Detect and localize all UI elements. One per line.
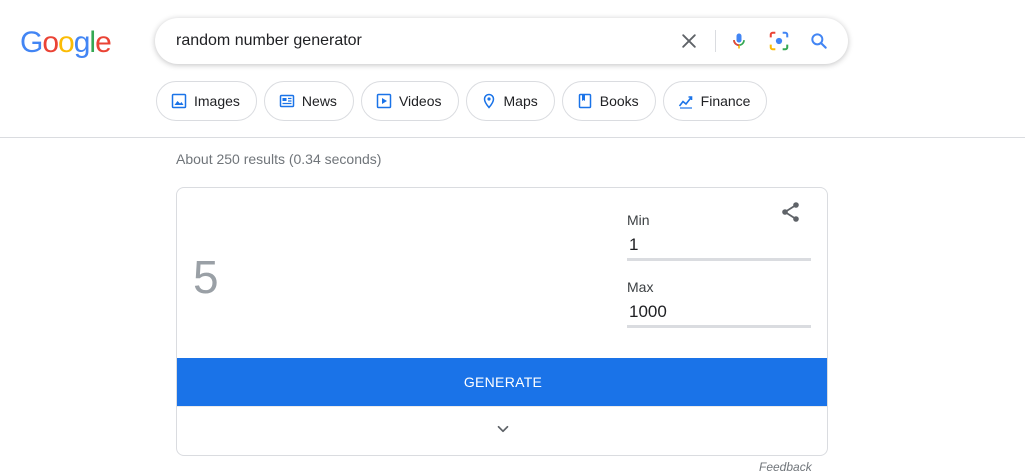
book-icon [577, 93, 593, 109]
generated-number: 5 [193, 251, 219, 303]
chip-label: Finance [700, 93, 751, 109]
search-box [155, 18, 848, 64]
chip-label: Videos [398, 93, 442, 109]
share-icon[interactable] [779, 200, 803, 224]
play-icon [376, 93, 392, 109]
logo-letter: G [20, 26, 43, 59]
chip-videos[interactable]: Videos [360, 81, 459, 121]
logo-letter: o [58, 26, 75, 59]
max-label: Max [627, 279, 654, 295]
min-input[interactable] [627, 231, 811, 261]
logo-letter: o [42, 26, 59, 59]
rng-card: 5 Min Max GENERATE [176, 187, 828, 456]
close-icon[interactable] [677, 29, 701, 53]
search-icon[interactable] [807, 29, 831, 53]
logo-letter: g [73, 26, 91, 59]
chip-finance[interactable]: Finance [662, 81, 768, 121]
newspaper-icon [279, 93, 295, 109]
chip-label: News [301, 93, 337, 109]
max-input[interactable] [627, 298, 811, 328]
chip-label: Books [599, 93, 639, 109]
search-divider [715, 30, 716, 52]
image-icon [171, 93, 187, 109]
map-pin-icon [481, 93, 497, 109]
google-logo[interactable]: Google [20, 24, 112, 62]
finance-icon [678, 93, 694, 109]
search-filter-chips: Images News Videos Maps Books Finance [156, 81, 768, 121]
expand-button[interactable] [177, 406, 827, 455]
generate-button[interactable]: GENERATE [177, 358, 827, 406]
chevron-down-icon [494, 420, 512, 443]
chip-maps[interactable]: Maps [465, 81, 555, 121]
chip-news[interactable]: News [263, 81, 354, 121]
chip-images[interactable]: Images [156, 81, 257, 121]
chip-label: Images [194, 93, 240, 109]
chip-books[interactable]: Books [561, 81, 656, 121]
header-divider [0, 137, 1025, 138]
microphone-icon[interactable] [727, 29, 751, 53]
result-stats: About 250 results (0.34 seconds) [176, 151, 382, 167]
logo-letter: e [95, 26, 112, 59]
search-input[interactable] [176, 18, 656, 64]
feedback-link[interactable]: Feedback [759, 460, 812, 474]
camera-lens-icon[interactable] [767, 29, 791, 53]
chip-label: Maps [503, 93, 538, 109]
min-label: Min [627, 212, 650, 228]
